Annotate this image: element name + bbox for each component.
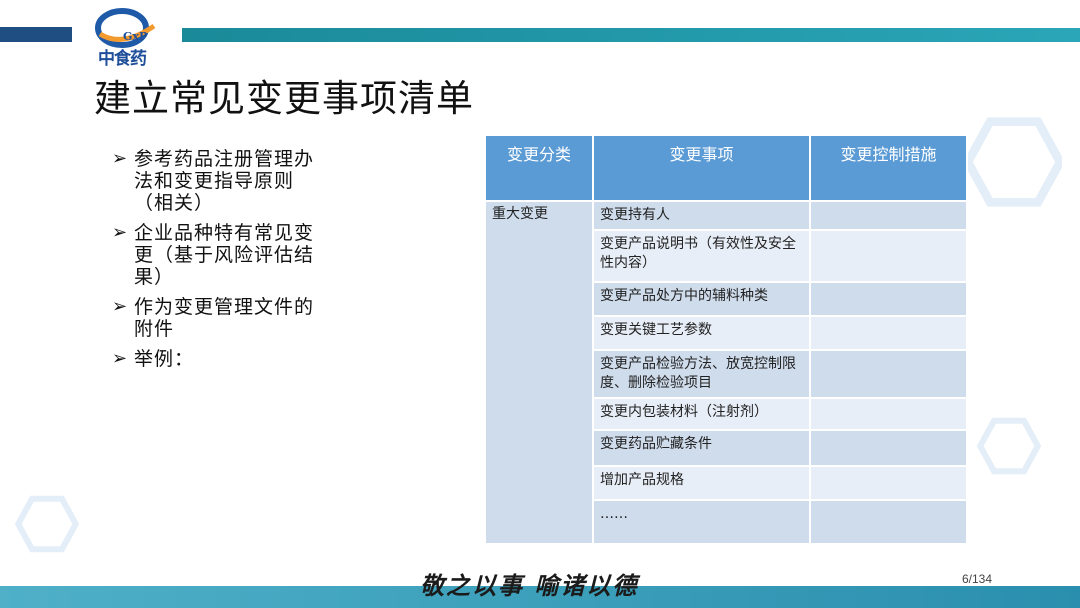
control-cell: [809, 200, 968, 231]
bullet-text: 企业品种特有常见变更（基于风险评估结果）: [134, 222, 315, 288]
footer-motto: 敬之以事 喻诸以德: [420, 571, 639, 600]
control-cell: [809, 397, 968, 431]
item-cell: 变更产品说明书（有效性及安全性内容）: [592, 229, 811, 283]
bullet-item: ➢ 作为变更管理文件的附件: [112, 296, 332, 340]
bullet-item: ➢ 企业品种特有常见变更（基于风险评估结果）: [112, 222, 332, 288]
header-control: 变更控制措施: [809, 134, 968, 202]
item-cell: 变更内包装材料（注射剂）: [592, 397, 811, 431]
arrow-bullet-icon: ➢: [112, 222, 129, 243]
page-number: 6/134: [962, 572, 993, 586]
item-cell: ……: [592, 499, 811, 545]
change-items-table: 变更分类 变更事项 变更控制措施 重大变更 变更持有人 变更产品说明书（有效性及…: [484, 134, 968, 545]
control-cell: [809, 465, 968, 501]
bullet-text: 作为变更管理文件的附件: [134, 296, 315, 340]
item-cell: 变更持有人: [592, 200, 811, 231]
item-cell: 变更关键工艺参数: [592, 315, 811, 351]
hexagon-decoration-icon: [966, 117, 1062, 207]
table-header-row: 变更分类 变更事项 变更控制措施: [484, 134, 968, 202]
header-item: 变更事项: [592, 134, 811, 202]
item-cell: 增加产品规格: [592, 465, 811, 501]
control-cell: [809, 499, 968, 545]
bullet-text: 举例：: [134, 348, 195, 370]
item-cell: 变更产品处方中的辅料种类: [592, 281, 811, 317]
control-cell: [809, 429, 968, 467]
item-cell: 变更药品贮藏条件: [592, 429, 811, 467]
logo-brand-text: 中食药: [98, 49, 147, 69]
control-cell: [809, 229, 968, 283]
control-cell: [809, 281, 968, 317]
bullet-text: 参考药品注册管理办法和变更指导原则（相关）: [134, 148, 315, 214]
arrow-bullet-icon: ➢: [112, 348, 129, 369]
table-row: 重大变更 变更持有人: [484, 200, 968, 545]
bullet-item: ➢ 举例：: [112, 348, 332, 370]
arrow-bullet-icon: ➢: [112, 296, 129, 317]
item-cell: 变更产品检验方法、放宽控制限度、删除检验项目: [592, 349, 811, 399]
category-cell: 重大变更: [484, 200, 594, 545]
arrow-bullet-icon: ➢: [112, 148, 129, 169]
hexagon-decoration-icon: [976, 417, 1042, 475]
top-bar-right: [182, 28, 1080, 42]
logo-badge: GxP: [123, 30, 148, 43]
bullet-item: ➢ 参考药品注册管理办法和变更指导原则（相关）: [112, 148, 332, 214]
slide-title: 建立常见变更事项清单: [94, 77, 474, 120]
control-cell: [809, 349, 968, 399]
top-bar-left: [0, 27, 72, 42]
bullet-list: ➢ 参考药品注册管理办法和变更指导原则（相关） ➢ 企业品种特有常见变更（基于风险评…: [112, 148, 332, 378]
control-cell: [809, 315, 968, 351]
hexagon-decoration-icon: [14, 495, 80, 553]
header-category: 变更分类: [484, 134, 594, 202]
